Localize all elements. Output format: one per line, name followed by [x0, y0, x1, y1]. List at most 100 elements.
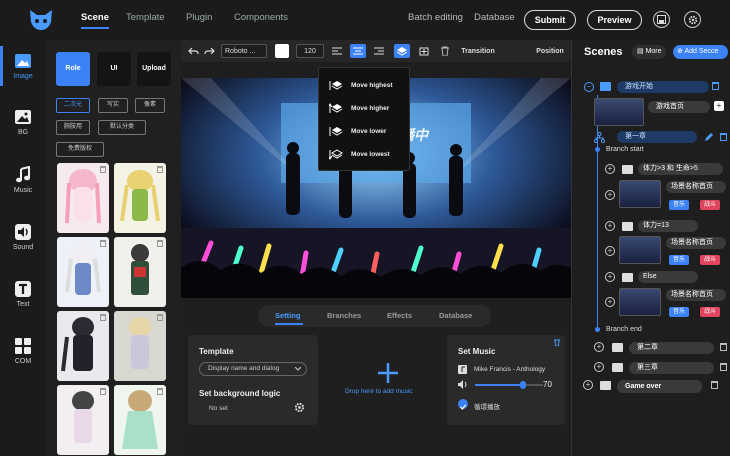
tab-plugin[interactable]: Plugin — [186, 12, 212, 23]
delete-icon[interactable] — [100, 166, 106, 173]
trash-icon[interactable] — [720, 363, 727, 371]
volume-slider[interactable] — [475, 381, 543, 389]
scene-thumbnail[interactable] — [619, 236, 661, 264]
loop-checkbox[interactable] — [458, 399, 468, 411]
delete-icon[interactable] — [100, 314, 106, 321]
menu-move-lower[interactable]: Move lower — [329, 126, 386, 137]
tab-branches[interactable]: Branches — [327, 311, 361, 320]
scene-thumbnail[interactable] — [619, 180, 661, 208]
character-thumb[interactable] — [114, 311, 166, 381]
add-icon[interactable]: + — [714, 101, 724, 111]
nav-com[interactable]: COM — [0, 337, 46, 365]
tab-template[interactable]: Template — [126, 12, 165, 23]
character-thumb[interactable] — [114, 385, 166, 455]
tag-pixel[interactable]: 像素 — [135, 98, 165, 113]
scene-title[interactable]: 场景名称首页 — [666, 181, 726, 193]
align-left-button[interactable] — [330, 44, 344, 58]
submit-button[interactable]: Submit — [524, 10, 576, 30]
character-thumb[interactable] — [57, 237, 109, 307]
batch-editing-link[interactable]: Batch editing — [408, 12, 463, 23]
expand-icon[interactable]: + — [605, 190, 615, 200]
expand-icon[interactable]: + — [605, 246, 615, 256]
condition-2[interactable]: 体力=13 — [638, 220, 698, 232]
transition-button[interactable]: Transition — [456, 44, 500, 58]
collapse-icon[interactable]: − — [584, 82, 594, 92]
add-layer-button[interactable] — [417, 44, 431, 58]
settings-button[interactable] — [684, 11, 701, 28]
chapter-3[interactable]: 第三章 — [629, 362, 714, 374]
nav-bg[interactable]: BG — [0, 108, 46, 136]
else-branch[interactable]: Else — [638, 271, 698, 283]
tag-realistic[interactable]: 写实 — [98, 98, 128, 113]
category-upload[interactable]: Upload — [137, 52, 171, 86]
template-select[interactable]: Display name and dialog — [199, 362, 307, 376]
font-select[interactable]: Roboto ... — [221, 44, 267, 58]
color-swatch[interactable] — [275, 44, 289, 58]
nav-image[interactable]: Image — [0, 52, 46, 80]
condition-1[interactable]: 体力>3 和 生命>5 — [638, 163, 723, 175]
trash-icon[interactable] — [712, 82, 719, 90]
expand-icon[interactable]: + — [605, 221, 615, 231]
save-button[interactable] — [653, 11, 670, 28]
tag-wrist[interactable]: 腕肢用 — [56, 120, 90, 135]
delete-icon[interactable] — [157, 240, 163, 247]
edit-icon[interactable] — [704, 132, 714, 142]
scene-title[interactable]: 场景名称首页 — [666, 237, 726, 249]
scene-thumbnail[interactable] — [619, 288, 661, 316]
music-drop-zone[interactable]: Drop here to add music — [334, 335, 444, 425]
expand-icon[interactable]: + — [605, 272, 615, 282]
chapter-1[interactable]: 第一章 — [617, 131, 697, 143]
delete-layer-button[interactable] — [439, 44, 451, 58]
preview-button[interactable]: Preview — [587, 10, 642, 30]
tab-components[interactable]: Components — [234, 12, 288, 23]
category-ui[interactable]: UI — [97, 52, 131, 86]
font-size-select[interactable]: 120 — [296, 44, 324, 58]
expand-icon[interactable]: + — [594, 342, 604, 352]
chapter-2[interactable]: 第二章 — [629, 342, 714, 354]
undo-button[interactable] — [187, 44, 199, 58]
tab-effects[interactable]: Effects — [387, 311, 412, 320]
delete-icon[interactable] — [100, 240, 106, 247]
delete-icon[interactable] — [100, 388, 106, 395]
nav-text[interactable]: Text — [0, 280, 46, 308]
tab-database[interactable]: Database — [439, 311, 472, 320]
expand-icon[interactable]: + — [605, 164, 615, 174]
gear-icon[interactable] — [294, 402, 305, 413]
delete-icon[interactable] — [157, 388, 163, 395]
character-thumb[interactable] — [57, 385, 109, 455]
menu-move-higher[interactable]: Move higher — [329, 103, 389, 114]
trash-icon[interactable] — [711, 381, 718, 389]
menu-move-lowest[interactable]: Move lowest — [329, 149, 390, 160]
delete-icon[interactable] — [157, 166, 163, 173]
expand-icon[interactable]: + — [605, 297, 615, 307]
trash-icon[interactable] — [720, 343, 727, 351]
layer-order-button[interactable] — [394, 44, 410, 58]
menu-move-highest[interactable]: Move highest — [329, 80, 393, 91]
expand-icon[interactable]: + — [594, 362, 604, 372]
group-start[interactable]: 游戏开始 — [617, 81, 709, 93]
nav-sound[interactable]: Sound — [0, 223, 46, 251]
delete-icon[interactable] — [157, 314, 163, 321]
tab-scene[interactable]: Scene — [81, 12, 109, 29]
character-thumb[interactable] — [57, 163, 109, 233]
tag-default[interactable]: 默认分类 — [98, 120, 146, 135]
align-center-button[interactable] — [350, 44, 366, 58]
scene-title[interactable]: 场景名称首页 — [666, 289, 726, 301]
scene-thumbnail[interactable] — [594, 98, 644, 126]
character-thumb[interactable] — [114, 163, 166, 233]
tag-anime[interactable]: 二次元 — [56, 98, 90, 113]
add-scene-button[interactable]: ⊕ Add Secce — [673, 45, 728, 59]
nav-music[interactable]: Music — [0, 166, 46, 194]
trash-icon[interactable] — [554, 339, 560, 346]
align-right-button[interactable] — [372, 44, 386, 58]
character-thumb[interactable] — [114, 237, 166, 307]
volume-knob[interactable] — [519, 381, 526, 389]
position-button[interactable]: Position — [533, 44, 567, 58]
trash-icon[interactable] — [720, 133, 727, 141]
more-button[interactable]: ▤ More — [632, 45, 666, 59]
character-thumb[interactable] — [57, 311, 109, 381]
tag-free-license[interactable]: 免费版权 — [56, 142, 104, 157]
game-over[interactable]: Game over — [617, 380, 702, 393]
category-role[interactable]: Role — [56, 52, 90, 86]
tab-setting[interactable]: Setting — [275, 311, 300, 320]
